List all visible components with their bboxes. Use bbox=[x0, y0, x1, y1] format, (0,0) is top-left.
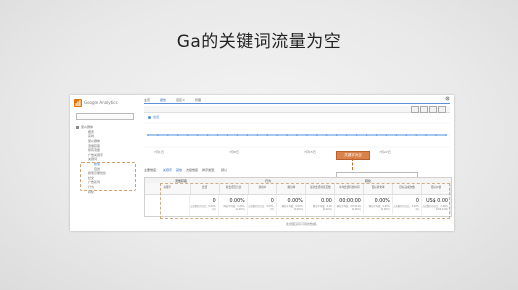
group-header-conversion: 转化 bbox=[365, 178, 372, 183]
group-header-acquisition: 流量获取 bbox=[175, 178, 188, 183]
sort-label: 排序类型： bbox=[202, 167, 218, 172]
x-tick-label: 7月1日 bbox=[154, 150, 164, 154]
data-point[interactable] bbox=[236, 134, 239, 136]
primary-dim-keyword[interactable]: 关键字 bbox=[163, 168, 172, 172]
week-button[interactable] bbox=[420, 106, 428, 113]
x-tick-label: 7月8日 bbox=[229, 150, 239, 154]
data-point[interactable] bbox=[296, 134, 298, 136]
data-point[interactable] bbox=[286, 134, 288, 136]
top-nav-tab[interactable]: 管理 bbox=[195, 98, 201, 102]
line-chart: 会话 7月1日 7月8日 7月15日 7月22日 bbox=[144, 113, 450, 158]
primary-dim-other[interactable]: 其他 bbox=[176, 168, 182, 172]
analytics-screenshot: Google Analytics 受众群体 概览 实时 受众群体 流量获取 所有流量 广告关… bbox=[70, 95, 454, 231]
data-point[interactable] bbox=[375, 134, 378, 136]
data-point[interactable] bbox=[186, 134, 189, 136]
x-tick-label: 7月22日 bbox=[379, 150, 391, 154]
sort-select[interactable]: 默认 bbox=[221, 168, 227, 172]
data-point[interactable] bbox=[256, 134, 259, 136]
no-data-note: 此视图没有可用的数据。 bbox=[286, 222, 320, 226]
data-point[interactable] bbox=[325, 134, 328, 136]
secondary-dim-select[interactable]: 次级维度 bbox=[186, 168, 198, 172]
highlight-box bbox=[80, 162, 136, 191]
data-point[interactable] bbox=[405, 134, 408, 136]
view-toggle-group bbox=[411, 106, 446, 113]
data-point[interactable] bbox=[306, 134, 308, 136]
data-point[interactable] bbox=[335, 134, 338, 136]
data-point[interactable] bbox=[315, 134, 318, 136]
data-point[interactable] bbox=[176, 134, 179, 136]
main-panel: 主页 报告 自定义 管理 会话 7月1日 7月8日 7月15日 7月22日 关键字为空 主要… bbox=[136, 95, 454, 231]
primary-dim-label: 主要维度： bbox=[144, 167, 160, 172]
sidebar-item-label: 受众群体 bbox=[81, 125, 94, 130]
top-nav-tab[interactable]: 自定义 bbox=[176, 98, 185, 102]
data-point[interactable] bbox=[345, 134, 348, 136]
data-point[interactable] bbox=[226, 134, 229, 136]
data-point[interactable] bbox=[166, 134, 169, 136]
data-point[interactable] bbox=[355, 134, 358, 136]
data-point[interactable] bbox=[266, 134, 269, 136]
sidebar-item-label: 受众群体 bbox=[88, 139, 101, 144]
top-nav: 主页 报告 自定义 管理 bbox=[144, 98, 201, 102]
chart-svg: 7月1日 7月8日 7月15日 7月22日 bbox=[144, 122, 450, 154]
data-point[interactable] bbox=[425, 134, 428, 136]
section-icon bbox=[76, 125, 79, 129]
logo: Google Analytics bbox=[74, 99, 118, 107]
gear-icon[interactable] bbox=[445, 96, 450, 101]
data-point[interactable] bbox=[395, 134, 398, 136]
data-point[interactable] bbox=[435, 134, 437, 136]
top-nav-tab[interactable]: 报告 bbox=[160, 98, 166, 102]
slide-title: Ga的关键词流量为空 bbox=[176, 32, 342, 52]
table-highlight-box bbox=[160, 183, 450, 219]
x-tick-label: 7月15日 bbox=[304, 150, 316, 154]
sidebar: Google Analytics 受众群体 概览 实时 受众群体 流量获取 所有流量 广告关… bbox=[70, 95, 136, 231]
data-point[interactable] bbox=[206, 134, 209, 136]
nav-underline bbox=[144, 103, 450, 104]
sidebar-item-label: 实时 bbox=[88, 134, 95, 139]
data-point[interactable] bbox=[216, 134, 219, 136]
data-point[interactable] bbox=[196, 134, 199, 136]
report-header bbox=[144, 106, 450, 113]
logo-text: Google Analytics bbox=[84, 100, 118, 105]
top-nav-tab[interactable]: 主页 bbox=[144, 98, 150, 102]
data-point[interactable] bbox=[246, 134, 249, 136]
data-point[interactable] bbox=[445, 134, 447, 136]
analytics-logo-icon bbox=[74, 99, 82, 107]
group-header-behavior: 行为 bbox=[265, 178, 272, 183]
data-point[interactable] bbox=[157, 134, 159, 136]
sidebar-item-label: 关键词 bbox=[88, 157, 98, 162]
data-point[interactable] bbox=[147, 134, 149, 136]
sidebar-item-label: 所有流量 bbox=[88, 148, 101, 153]
day-button[interactable] bbox=[411, 106, 419, 113]
account-select[interactable] bbox=[76, 113, 134, 120]
chart-type-button[interactable] bbox=[438, 106, 446, 113]
data-point[interactable] bbox=[276, 134, 279, 136]
data-point[interactable] bbox=[365, 134, 368, 136]
data-point[interactable] bbox=[415, 134, 418, 136]
annotation-callout: 关键字为空 bbox=[336, 151, 370, 160]
data-point[interactable] bbox=[385, 134, 388, 136]
month-button[interactable] bbox=[429, 106, 437, 113]
